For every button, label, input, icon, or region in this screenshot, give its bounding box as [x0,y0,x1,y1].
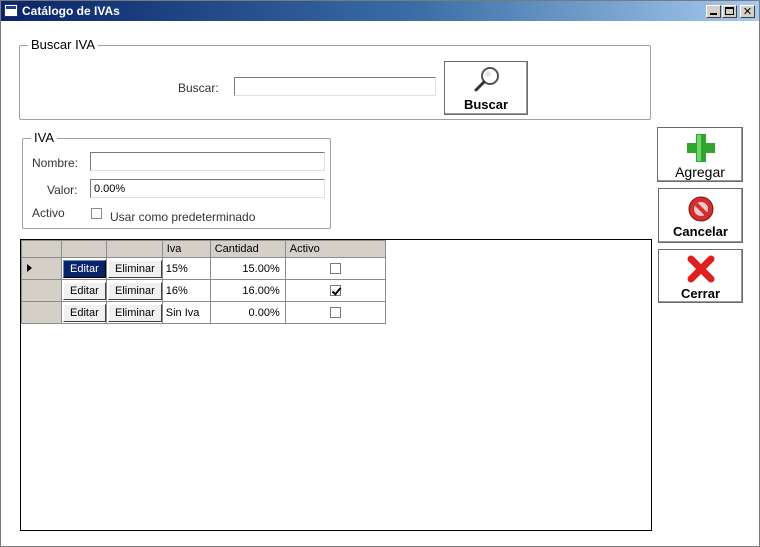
delete-button[interactable]: Eliminar [108,259,162,278]
delete-button[interactable]: Eliminar [108,281,162,300]
table-row[interactable]: Editar Eliminar 16% 16.00% [21,279,386,302]
valor-field[interactable] [90,179,325,198]
edit-button[interactable]: Editar [63,259,106,278]
cantidad-cell[interactable]: 15.00% [209,257,286,280]
grid-header-row: Iva Cantidad Activo [21,240,386,258]
app-icon [4,4,18,17]
search-input[interactable] [234,77,436,96]
edit-button[interactable]: Editar [63,281,106,300]
title-bar[interactable]: Catálogo de IVAs ✕ [1,1,759,21]
iva-table: Iva Cantidad Activo Editar Eliminar 15% … [21,240,386,324]
window-title: Catálogo de IVAs [22,4,120,18]
search-button[interactable]: Buscar [444,61,528,115]
add-button[interactable]: Agregar [657,127,743,182]
search-group-title: Buscar IVA [28,37,99,52]
delete-button[interactable]: Eliminar [108,303,162,322]
default-checkbox-label[interactable]: Usar como predeterminado [110,210,255,224]
maximize-button[interactable] [722,5,737,18]
cancel-button-label: Cancelar [673,224,728,239]
iva-cell[interactable]: Sin Iva [161,301,211,324]
row-header[interactable] [21,301,62,324]
activo-label: Activo [32,206,65,220]
edit-cell: Editar [61,301,107,324]
search-group: Buscar IVA Buscar: Buscar [19,37,651,120]
column-header-delete[interactable] [106,240,163,258]
table-row[interactable]: Editar Eliminar 15% 15.00% [21,257,386,280]
search-label: Buscar: [178,81,219,95]
nombre-label: Nombre: [32,156,79,170]
catalogo-iva-window: Catálogo de IVAs ✕ Buscar IVA Buscar: Bu… [0,0,760,547]
cantidad-cell[interactable]: 0.00% [209,301,286,324]
cancel-button[interactable]: Cancelar [658,188,743,243]
edit-cell: Editar [61,279,107,302]
column-header-cantidad[interactable]: Cantidad [209,240,286,258]
activo-checkbox[interactable] [329,307,341,319]
current-row-arrow-icon [27,264,32,272]
activo-cell [284,279,386,302]
activo-checkbox[interactable] [329,285,341,297]
column-header-edit[interactable] [61,240,107,258]
edit-cell: Editar [61,257,107,280]
valor-label: Valor: [47,183,78,197]
table-row[interactable]: Editar Eliminar Sin Iva 0.00% [21,301,386,324]
minimize-icon [710,13,717,15]
delete-cell: Eliminar [106,301,163,324]
magnifier-icon [474,67,499,92]
iva-group-title: IVA [31,130,57,145]
cancel-icon [688,196,714,222]
search-button-label: Buscar [463,97,509,112]
column-header-activo[interactable]: Activo [284,240,386,258]
row-header-corner [21,240,62,258]
maximize-icon [725,7,734,15]
close-icon: ✕ [742,6,753,18]
iva-group: IVA Nombre: Valor: Activo Usar como pred… [22,130,331,229]
default-checkbox[interactable] [91,208,102,219]
iva-cell[interactable]: 15% [161,257,211,280]
close-window-button[interactable]: ✕ [740,5,755,18]
plus-icon [687,134,715,162]
minimize-button[interactable] [706,5,721,18]
close-button-label: Cerrar [680,286,721,301]
activo-checkbox[interactable] [329,263,341,275]
row-header[interactable] [21,257,62,280]
column-header-iva[interactable]: Iva [161,240,211,258]
cantidad-cell[interactable]: 16.00% [209,279,286,302]
edit-button[interactable]: Editar [63,303,106,322]
row-header[interactable] [21,279,62,302]
iva-grid[interactable]: Iva Cantidad Activo Editar Eliminar 15% … [20,239,652,531]
delete-cell: Eliminar [106,279,163,302]
iva-cell[interactable]: 16% [161,279,211,302]
add-button-label: Agregar [675,164,725,180]
close-x-icon [687,255,715,283]
nombre-field[interactable] [90,152,325,171]
close-button[interactable]: Cerrar [658,249,743,303]
activo-cell [284,301,386,324]
delete-cell: Eliminar [106,257,163,280]
activo-cell [284,257,386,280]
